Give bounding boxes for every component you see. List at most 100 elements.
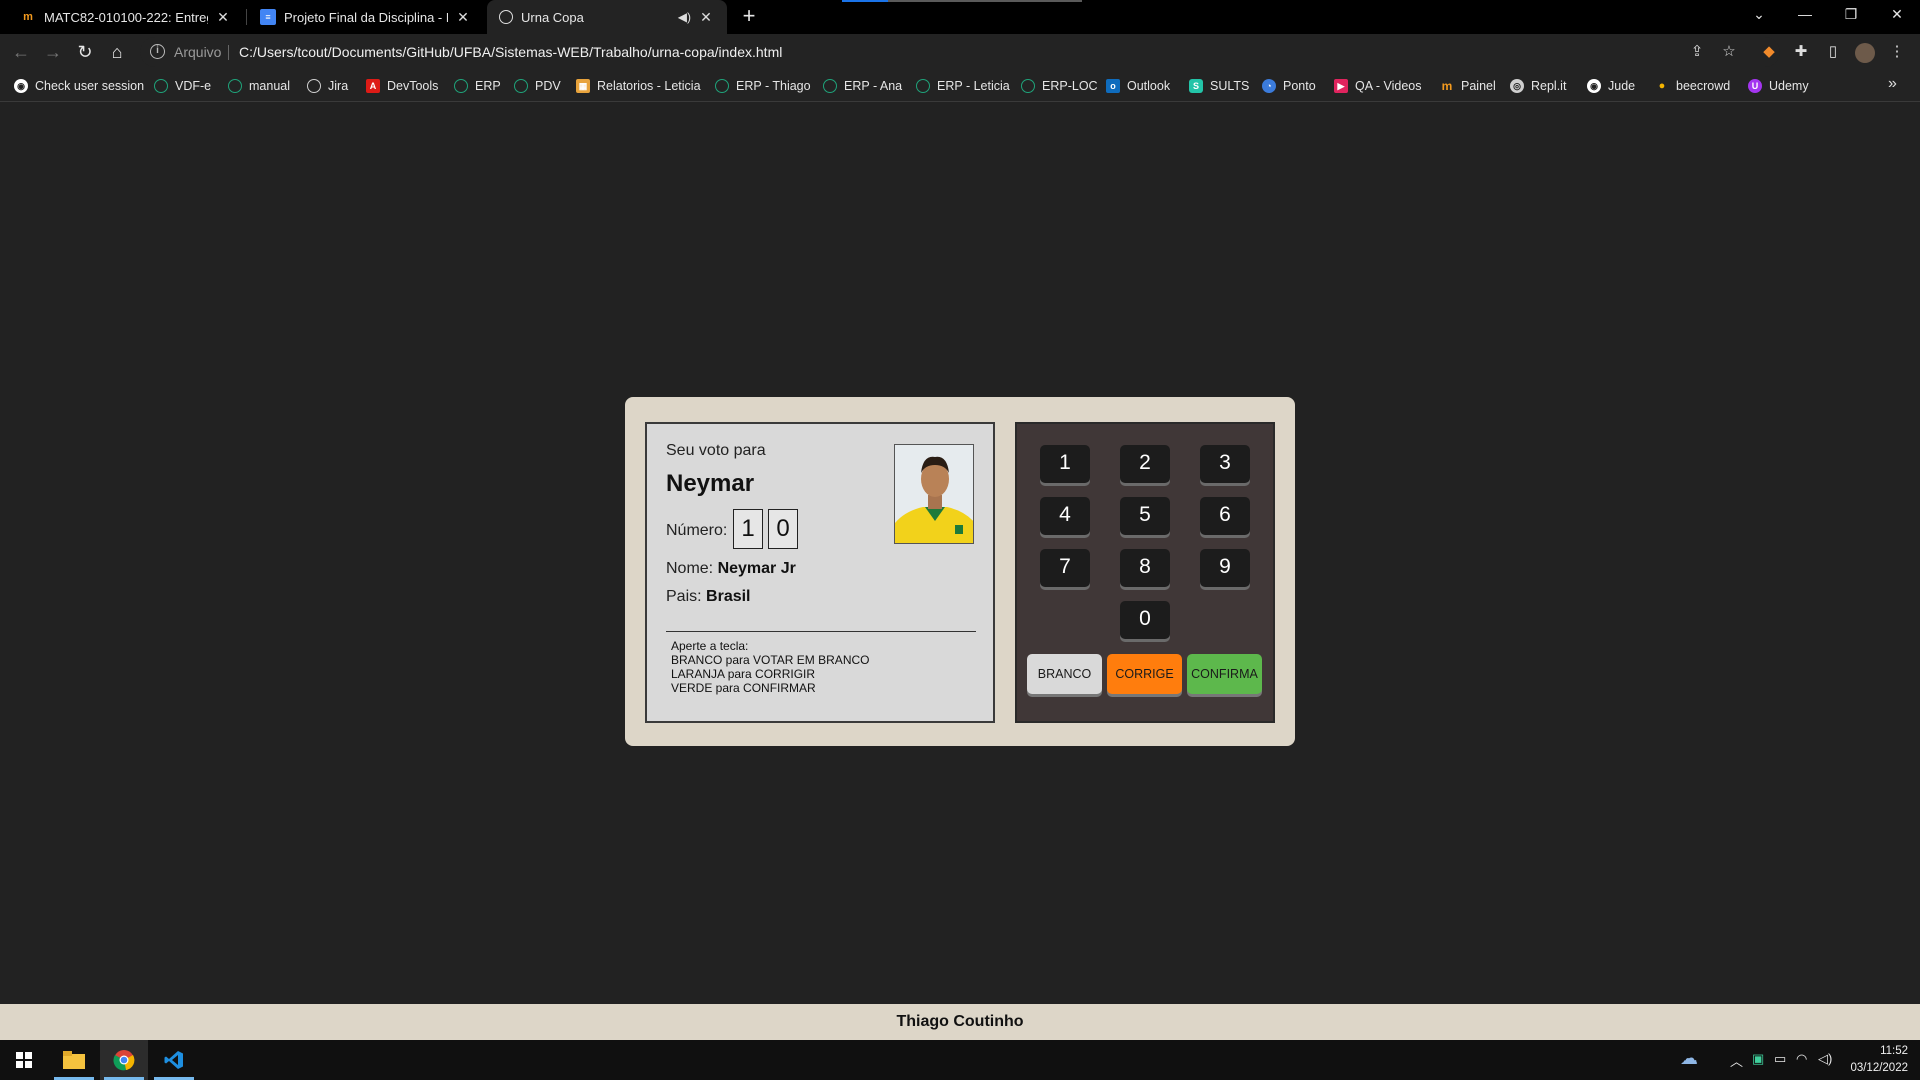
tab-urna-copa[interactable]: Urna Copa ◀) ✕ [487, 0, 727, 34]
instruction-line: LARANJA para CORRIGIR [671, 667, 816, 681]
bookmark-jude[interactable]: ◉ Jude [1587, 76, 1635, 96]
sults-tray-icon[interactable]: ▣ [1752, 1051, 1764, 1067]
keypad: 1 2 3 4 5 6 7 8 9 0 BRANCO CORRIGE CONFI… [1015, 422, 1275, 723]
globe-icon [823, 79, 837, 93]
tab-title: Projeto Final da Disciplina - Docu [284, 9, 448, 25]
angular-icon: A [366, 79, 380, 93]
bookmark-check-user-session[interactable]: ◉ Check user session [14, 76, 144, 96]
bookmark-qa-videos[interactable]: ▶ QA - Videos [1334, 76, 1421, 96]
tab-matc82[interactable]: m MATC82-010100-222: Entrega do ✕ [8, 0, 244, 34]
bookmark-erp-ana[interactable]: ERP - Ana [823, 76, 902, 96]
confirma-button[interactable]: CONFIRMA [1187, 654, 1262, 694]
new-tab-button[interactable]: + [736, 4, 762, 30]
clock[interactable]: 11:52 03/12/2022 [1838, 1043, 1908, 1077]
close-tab-icon[interactable]: ✕ [697, 9, 715, 26]
bookmark-devtools[interactable]: A DevTools [366, 76, 438, 96]
windows-start-icon[interactable] [0, 1040, 48, 1080]
candidate-photo [894, 444, 974, 544]
site-info-icon[interactable]: i [150, 44, 165, 59]
globe-icon [1021, 79, 1035, 93]
device-icon[interactable]: ▭ [1774, 1051, 1786, 1067]
metamask-extension-icon[interactable]: ◆ [1759, 43, 1779, 63]
extensions-icon[interactable]: ✚ [1791, 43, 1811, 63]
tab-projeto-final[interactable]: ≡ Projeto Final da Disciplina - Docu ✕ [248, 0, 484, 34]
key-5[interactable]: 5 [1120, 497, 1170, 535]
ponto-icon: ◔ [1262, 79, 1276, 93]
profile-avatar-icon[interactable] [1855, 43, 1875, 63]
bookmark-manual[interactable]: manual [228, 76, 290, 96]
forward-icon[interactable]: → [40, 40, 66, 66]
candidate-name: Neymar [666, 470, 755, 497]
country-value: Brasil [706, 588, 751, 605]
bookmark-vdf-e[interactable]: VDF-e [154, 76, 211, 96]
key-3[interactable]: 3 [1200, 445, 1250, 483]
globe-icon [154, 79, 168, 93]
tab-title: MATC82-010100-222: Entrega do [44, 9, 208, 25]
name-value: Neymar Jr [717, 560, 796, 577]
file-explorer-icon[interactable] [50, 1040, 98, 1080]
share-icon[interactable]: ⇪ [1687, 43, 1707, 63]
vote-heading: Seu voto para [666, 442, 766, 459]
show-hidden-icons-icon[interactable]: ︿ [1730, 1051, 1743, 1070]
bookmark-erp-thiago[interactable]: ERP - Thiago [715, 76, 811, 96]
bookmark-painel[interactable]: m Painel [1440, 76, 1496, 96]
bookmark-relatorios-leticia[interactable]: ▦ Relatorios - Leticia [576, 76, 701, 96]
bookmark-erp[interactable]: ERP [454, 76, 501, 96]
moodle-icon: m [1441, 79, 1453, 93]
bookmark-pdv[interactable]: PDV [514, 76, 561, 96]
bookmark-replit[interactable]: ◎ Repl.it [1510, 76, 1566, 96]
corrige-button[interactable]: CORRIGE [1107, 654, 1182, 694]
country-label: Pais: [666, 588, 702, 605]
key-1[interactable]: 1 [1040, 445, 1090, 483]
close-tab-icon[interactable]: ✕ [454, 9, 472, 26]
bookmarks-bar: ◉ Check user session VDF-e manual Jira AD… [0, 70, 1920, 102]
browser-toolbar: ← → ↻ ⌂ i Arquivo C:/Users/tcout/Documen… [0, 34, 1920, 70]
udemy-icon: U [1748, 79, 1762, 93]
network-icon[interactable]: ◠ [1796, 1051, 1807, 1067]
vscode-icon[interactable] [150, 1040, 198, 1080]
bookmark-udemy[interactable]: U Udemy [1748, 76, 1809, 96]
scheme-label: Arquivo [174, 44, 222, 60]
volume-icon[interactable]: ◁) [1818, 1051, 1832, 1067]
address-bar[interactable]: i Arquivo C:/Users/tcout/Documents/GitHu… [140, 37, 1780, 67]
bookmark-jira[interactable]: Jira [307, 76, 348, 96]
minimize-icon[interactable]: — [1782, 0, 1828, 30]
menu-icon[interactable]: ⋮ [1887, 43, 1907, 63]
home-icon[interactable]: ⌂ [104, 40, 130, 66]
bookmark-erp-leticia[interactable]: ERP - Leticia [916, 76, 1010, 96]
key-6[interactable]: 6 [1200, 497, 1250, 535]
back-icon[interactable]: ← [8, 40, 34, 66]
reload-icon[interactable]: ↻ [72, 40, 98, 66]
branco-button[interactable]: BRANCO [1027, 654, 1102, 694]
globe-icon: ◉ [1587, 79, 1601, 93]
key-7[interactable]: 7 [1040, 549, 1090, 587]
key-2[interactable]: 2 [1120, 445, 1170, 483]
close-tab-icon[interactable]: ✕ [214, 9, 232, 26]
url-text[interactable]: C:/Users/tcout/Documents/GitHub/UFBA/Sis… [239, 44, 782, 60]
moodle-icon: m [23, 11, 33, 23]
bookmark-outlook[interactable]: o Outlook [1106, 76, 1170, 96]
number-digit: 1 [733, 509, 763, 549]
onedrive-icon[interactable]: ☁ [1680, 1048, 1698, 1069]
bookmark-star-icon[interactable]: ☆ [1719, 43, 1739, 63]
bookmark-beecrowd[interactable]: ● beecrowd [1655, 76, 1731, 96]
key-9[interactable]: 9 [1200, 549, 1250, 587]
more-bookmarks-icon[interactable]: » [1888, 75, 1897, 93]
key-0[interactable]: 0 [1120, 601, 1170, 639]
restore-icon[interactable]: ❐ [1828, 0, 1874, 30]
bookmark-sults[interactable]: S SULTS [1189, 76, 1249, 96]
tab-search-icon[interactable]: ⌄ [1736, 0, 1782, 30]
author-name: Thiago Coutinho [896, 1013, 1024, 1030]
chrome-icon[interactable] [100, 1040, 148, 1080]
bookmark-ponto[interactable]: ◔ Ponto [1262, 76, 1316, 96]
number-digit: 0 [768, 509, 798, 549]
side-panel-icon[interactable]: ▯ [1823, 43, 1843, 63]
name-label: Nome: [666, 560, 714, 577]
close-window-icon[interactable]: ✕ [1874, 0, 1920, 30]
globe-icon [499, 10, 513, 24]
bookmark-erp-loc[interactable]: ERP-LOC [1021, 76, 1098, 96]
key-4[interactable]: 4 [1040, 497, 1090, 535]
replit-icon: ◎ [1510, 79, 1524, 93]
speaker-icon[interactable]: ◀) [678, 10, 691, 24]
key-8[interactable]: 8 [1120, 549, 1170, 587]
